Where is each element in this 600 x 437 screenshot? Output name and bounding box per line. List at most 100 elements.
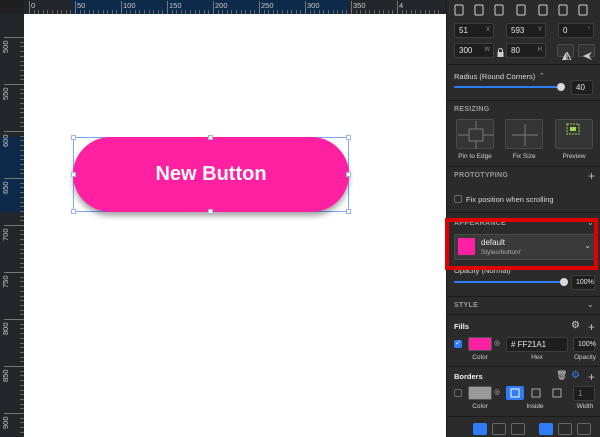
ruler-tick: [4, 131, 24, 132]
border-center-button[interactable]: [527, 386, 545, 400]
lock-ratio-icon[interactable]: [497, 45, 504, 63]
border-inside-icon: [510, 388, 520, 398]
fill-opacity-field[interactable]: 100%: [573, 337, 596, 352]
resize-handle-tr[interactable]: [346, 135, 351, 140]
border-width-field[interactable]: 1: [573, 386, 595, 401]
radius-slider-fill: [454, 86, 560, 88]
ruler-label: 750: [1, 275, 10, 288]
ruler-label: 550: [1, 87, 10, 100]
ruler-label: 200: [215, 1, 228, 10]
ruler-label: 50: [77, 1, 86, 10]
divider: [447, 212, 600, 213]
border-option-button[interactable]: [511, 423, 525, 435]
ruler-corner: [0, 0, 24, 14]
x-position-field[interactable]: 51 X: [454, 23, 494, 38]
radius-slider[interactable]: [454, 83, 565, 91]
resize-handle-bm[interactable]: [208, 209, 213, 214]
height-field[interactable]: 80 H: [506, 43, 546, 58]
resizing-preview: [555, 119, 593, 149]
ruler-label: 250: [261, 1, 274, 10]
add-border-icon[interactable]: +: [588, 371, 595, 383]
resize-handle-ml[interactable]: [71, 172, 76, 177]
ruler-tick: [213, 1, 214, 14]
fills-title: Fills: [454, 322, 470, 331]
ruler-label: 600: [1, 134, 10, 147]
resize-handle-mr[interactable]: [346, 172, 351, 177]
border-option-button[interactable]: [539, 423, 553, 435]
appearance-highlight-box: [445, 218, 598, 270]
ruler-tick: [4, 413, 24, 414]
border-option-button[interactable]: [473, 423, 487, 435]
flip-horizontal-button[interactable]: [557, 44, 574, 61]
border-enabled-checkbox[interactable]: [454, 389, 462, 397]
flip-horizontal-icon: [562, 47, 572, 65]
divider: [447, 64, 600, 65]
trash-icon[interactable]: 🗑: [556, 370, 567, 381]
resizing-section-title: RESIZING: [454, 106, 490, 113]
fill-hex-field[interactable]: # FF21A1: [506, 337, 568, 352]
ruler-tick: [4, 272, 24, 273]
border-inside-button[interactable]: [506, 386, 524, 400]
opacity-value-field[interactable]: 100%: [571, 275, 595, 290]
add-prototyping-icon[interactable]: +: [588, 170, 595, 182]
width-field[interactable]: 300 W: [454, 43, 494, 58]
ruler-tick: [167, 1, 168, 14]
divider: [447, 296, 600, 297]
design-canvas[interactable]: New Button: [24, 14, 446, 437]
ruler-label: 0: [31, 1, 36, 10]
divider: [447, 100, 600, 101]
style-section-title: STYLE: [454, 302, 479, 309]
fill-hex-label: Hex: [531, 354, 543, 361]
chevron-down-icon[interactable]: ⌄: [587, 300, 594, 309]
ruler-label: 100: [123, 1, 136, 10]
borders-title: Borders: [454, 372, 483, 381]
horizontal-ruler: 0 50 100 150 200 250 300 350 4: [24, 0, 446, 14]
fill-color-swatch[interactable]: [468, 337, 492, 351]
border-option-button[interactable]: [577, 423, 591, 435]
chevron-updown-icon[interactable]: ⌃: [539, 72, 545, 80]
opacity-slider-knob[interactable]: [560, 278, 568, 286]
resize-handle-bl[interactable]: [71, 209, 76, 214]
ruler-label: 850: [1, 369, 10, 382]
radius-slider-knob[interactable]: [557, 83, 565, 91]
pin-to-edge-label: Pin to Edge: [458, 153, 492, 160]
ruler-label: 800: [1, 322, 10, 335]
gear-icon[interactable]: ⚙: [571, 370, 580, 381]
ruler-tick: [4, 37, 24, 38]
ruler-tick: [121, 1, 122, 14]
radius-label: Radius (Round Corners): [454, 72, 536, 81]
fix-position-label: Fix position when scrolling: [466, 195, 554, 204]
resize-handle-tl[interactable]: [71, 135, 76, 140]
ruler-tick: [4, 225, 24, 226]
ruler-label: 150: [169, 1, 182, 10]
preview-label: Preview: [562, 153, 586, 160]
pin-to-edge-control[interactable]: [456, 119, 494, 149]
gear-icon[interactable]: ⚙: [571, 320, 580, 331]
color-variants-icon[interactable]: ◎: [494, 388, 500, 396]
border-color-swatch[interactable]: [468, 386, 492, 400]
fill-enabled-checkbox[interactable]: ✓: [454, 340, 462, 348]
fill-color-label: Color: [472, 354, 488, 361]
add-fill-icon[interactable]: +: [588, 321, 595, 333]
rotation-field[interactable]: 0 °: [558, 23, 594, 38]
ruler-tick: [397, 1, 398, 14]
ruler-label: 500: [1, 40, 10, 53]
new-button-layer[interactable]: New Button: [73, 137, 349, 212]
border-outside-button[interactable]: [548, 386, 566, 400]
fix-size-control[interactable]: [505, 119, 543, 149]
border-option-button[interactable]: [558, 423, 572, 435]
border-option-button[interactable]: [492, 423, 506, 435]
y-position-field[interactable]: 593 Y: [506, 23, 546, 38]
color-variants-icon[interactable]: ◎: [494, 339, 500, 347]
opacity-slider[interactable]: [454, 278, 568, 286]
opacity-slider-fill: [454, 281, 562, 283]
divider: [447, 166, 600, 167]
fix-position-checkbox[interactable]: [454, 195, 462, 203]
prototyping-section-title: PROTOTYPING: [454, 172, 509, 179]
resize-handle-tm[interactable]: [208, 135, 213, 140]
fix-size-label: Fix Size: [512, 153, 536, 160]
radius-value-field[interactable]: 40: [571, 80, 593, 95]
resize-handle-br[interactable]: [346, 209, 351, 214]
ruler-tick: [4, 319, 24, 320]
flip-vertical-button[interactable]: [578, 44, 595, 60]
